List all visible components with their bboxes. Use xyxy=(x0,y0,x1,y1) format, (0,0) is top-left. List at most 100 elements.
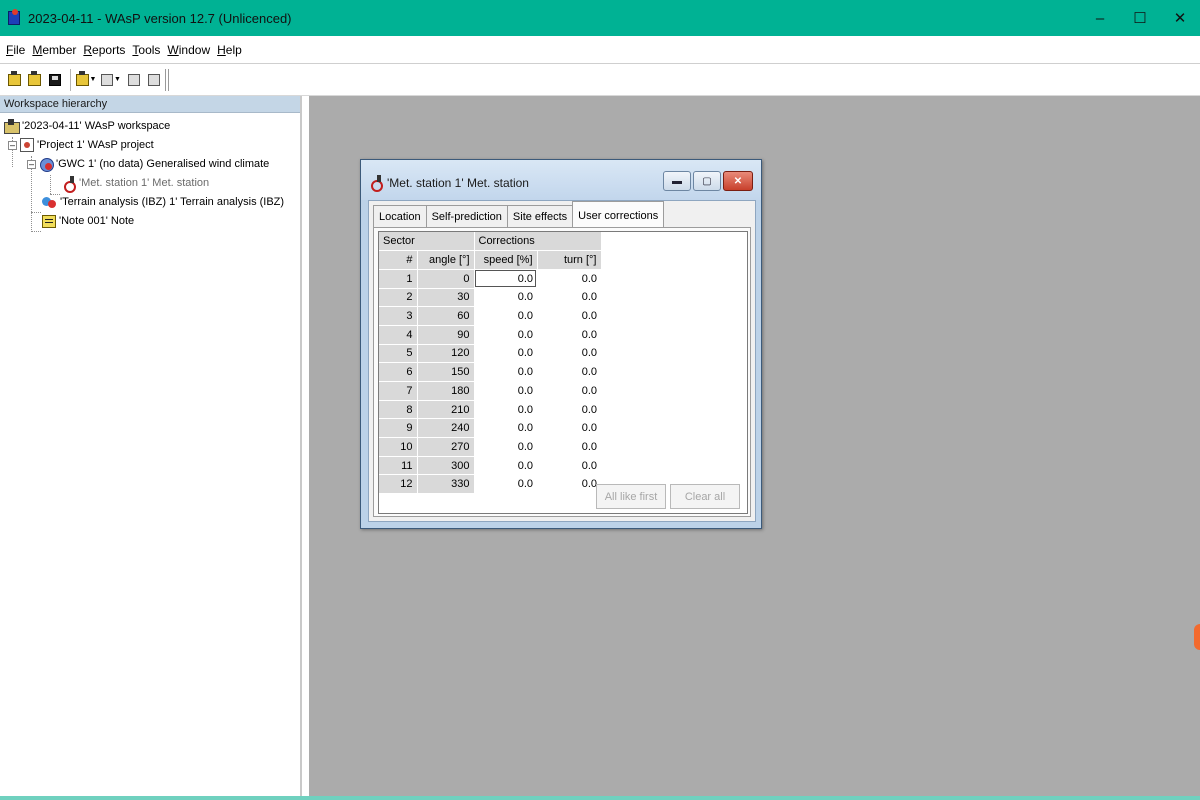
minimize-button[interactable]: – xyxy=(1080,0,1120,36)
speed-correction-cell[interactable]: 0.0 xyxy=(474,325,537,345)
sector-angle-cell: 0 xyxy=(417,269,475,289)
table-row: 3 60 0.0 0.0 xyxy=(379,306,601,326)
turn-correction-cell[interactable]: 0.0 xyxy=(537,362,601,382)
turn-correction-cell[interactable]: 0.0 xyxy=(537,344,601,363)
speed-correction-cell[interactable]: 0.0 xyxy=(474,418,537,438)
add-member-icon[interactable]: ▼ xyxy=(75,70,97,89)
menu-file[interactable]: File xyxy=(6,43,25,57)
tree-node-note[interactable]: 'Note 001' Note xyxy=(42,212,134,230)
menu-window[interactable]: Window xyxy=(167,43,210,57)
corrections-group-header: Corrections xyxy=(474,232,602,252)
new-workspace-icon[interactable] xyxy=(6,70,23,89)
table-row: 4 90 0.0 0.0 xyxy=(379,325,601,345)
speed-correction-cell[interactable]: 0.0 xyxy=(474,474,537,494)
sector-group-header: Sector xyxy=(379,232,475,252)
tree-node-workspace[interactable]: '2023-04-11' WAsP workspace xyxy=(4,117,170,135)
toolbar: ▼ ▼ xyxy=(0,64,1200,96)
clear-all-button[interactable]: Clear all xyxy=(670,484,740,509)
speed-correction-cell[interactable]: 0.0 xyxy=(474,288,537,307)
all-like-first-button[interactable]: All like first xyxy=(596,484,666,509)
turn-correction-cell[interactable]: 0.0 xyxy=(537,437,601,457)
turn-correction-cell[interactable]: 0.0 xyxy=(537,269,601,289)
move-icon[interactable] xyxy=(145,71,162,89)
speed-correction-cell[interactable]: 0.0 xyxy=(474,362,537,382)
turn-correction-cell[interactable]: 0.0 xyxy=(537,456,601,475)
speed-correction-cell[interactable]: 0.0 xyxy=(474,381,537,401)
open-workspace-icon[interactable] xyxy=(26,70,43,89)
floating-widget-icon[interactable] xyxy=(1194,624,1200,650)
tab-location[interactable]: Location xyxy=(373,205,427,227)
speed-correction-cell[interactable]: 0.0 xyxy=(474,269,537,289)
menu-member[interactable]: Member xyxy=(32,43,76,57)
save-icon[interactable] xyxy=(46,71,63,89)
menu-bar: File Member Reports Tools Window Help xyxy=(0,36,1200,64)
turn-correction-cell[interactable]: 0.0 xyxy=(537,381,601,401)
met-station-window: 'Met. station 1' Met. station ▬ ▢ ✕ Loca… xyxy=(360,159,762,529)
table-row: 2 30 0.0 0.0 xyxy=(379,288,601,308)
speed-correction-cell[interactable]: 0.0 xyxy=(474,400,537,419)
table-group-header-row: Sector Corrections xyxy=(379,232,602,252)
toolbar-separator xyxy=(70,68,71,91)
sector-index-cell: 9 xyxy=(379,418,418,439)
speed-correction-cell[interactable]: 0.0 xyxy=(474,456,537,475)
menu-help[interactable]: Help xyxy=(217,43,242,57)
tree-node-gwc[interactable]: – 'GWC 1' (no data) Generalised wind cli… xyxy=(27,155,269,173)
user-corrections-panel: Sector Corrections # angle [°] speed [%]… xyxy=(373,227,751,517)
collapse-icon[interactable]: – xyxy=(8,140,17,150)
dialog-close-button[interactable]: ✕ xyxy=(723,171,753,191)
terrain-analysis-icon xyxy=(42,195,57,209)
met-station-window-title: 'Met. station 1' Met. station xyxy=(387,176,529,190)
workspace-panel: Workspace hierarchy '2023-04-11' WAsP wo… xyxy=(0,96,302,796)
window-controls: – ☐ ✕ xyxy=(1080,0,1200,36)
window-bottom-border xyxy=(0,796,1200,800)
table-row: 8 210 0.0 0.0 xyxy=(379,400,601,420)
turn-correction-cell[interactable]: 0.0 xyxy=(537,325,601,345)
corrections-table: Sector Corrections # angle [°] speed [%]… xyxy=(379,232,602,495)
wasp-app-icon[interactable] xyxy=(8,9,22,27)
met-station-window-titlebar[interactable]: 'Met. station 1' Met. station ▬ ▢ ✕ xyxy=(361,160,761,200)
toolbar-grip[interactable] xyxy=(165,68,169,91)
workspace-icon xyxy=(4,119,20,134)
met-station-window-body: Location Self-prediction Site effects Us… xyxy=(368,200,756,522)
turn-correction-cell[interactable]: 0.0 xyxy=(537,400,601,419)
table-row: 11 300 0.0 0.0 xyxy=(379,456,601,476)
table-row: 9 240 0.0 0.0 xyxy=(379,418,601,439)
sector-index-cell: 8 xyxy=(379,400,418,420)
turn-correction-cell[interactable]: 0.0 xyxy=(537,418,601,438)
tree-node-met-station[interactable]: 'Met. station 1' Met. station xyxy=(62,174,209,193)
insert-member-icon[interactable]: ▼ xyxy=(100,71,122,89)
dialog-minimize-button[interactable]: ▬ xyxy=(663,171,691,191)
turn-correction-cell[interactable]: 0.0 xyxy=(537,306,601,326)
menu-tools[interactable]: Tools xyxy=(132,43,160,57)
close-button[interactable]: ✕ xyxy=(1160,0,1200,36)
tree-connector xyxy=(50,175,51,194)
maximize-button[interactable]: ☐ xyxy=(1120,0,1160,36)
calculate-icon[interactable] xyxy=(125,71,142,89)
collapse-icon[interactable]: – xyxy=(27,159,36,169)
column-header-speed: speed [%] xyxy=(474,250,538,270)
tab-self-prediction[interactable]: Self-prediction xyxy=(425,205,508,227)
column-header-angle: angle [°] xyxy=(417,250,475,270)
sector-angle-cell: 90 xyxy=(417,325,475,345)
column-header-index: # xyxy=(379,250,418,270)
turn-correction-cell[interactable]: 0.0 xyxy=(537,474,601,494)
tree-node-terrain[interactable]: 'Terrain analysis (IBZ) 1' Terrain analy… xyxy=(42,193,284,211)
speed-correction-cell[interactable]: 0.0 xyxy=(474,437,537,457)
sector-index-cell: 10 xyxy=(379,437,418,457)
sector-index-cell: 6 xyxy=(379,362,418,382)
sector-index-cell: 11 xyxy=(379,456,418,476)
turn-correction-cell[interactable]: 0.0 xyxy=(537,288,601,307)
tab-user-corrections[interactable]: User corrections xyxy=(572,201,665,227)
dialog-restore-button[interactable]: ▢ xyxy=(693,171,721,191)
table-row: 12 330 0.0 0.0 xyxy=(379,474,601,495)
sector-angle-cell: 180 xyxy=(417,381,475,401)
speed-correction-cell[interactable]: 0.0 xyxy=(474,344,537,363)
tab-site-effects[interactable]: Site effects xyxy=(506,205,574,227)
sector-angle-cell: 210 xyxy=(417,400,475,420)
sector-angle-cell: 60 xyxy=(417,306,475,326)
sector-index-cell: 12 xyxy=(379,474,418,495)
speed-correction-cell[interactable]: 0.0 xyxy=(474,306,537,326)
met-station-window-controls: ▬ ▢ ✕ xyxy=(661,171,753,191)
menu-reports[interactable]: Reports xyxy=(83,43,125,57)
tree-node-project[interactable]: – 'Project 1' WAsP project xyxy=(8,136,154,154)
